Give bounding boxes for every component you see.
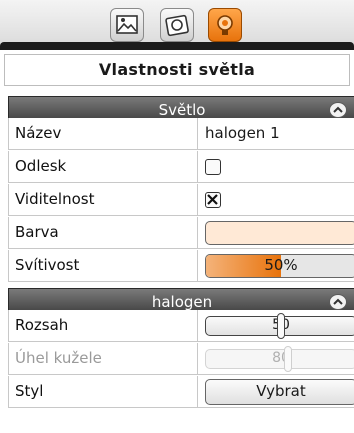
tab-material[interactable] bbox=[160, 8, 194, 42]
column-divider bbox=[197, 217, 198, 248]
row-name: Název halogen 1 bbox=[8, 118, 354, 150]
row-label: Odlesk bbox=[15, 157, 67, 175]
cone-angle-value: 80 bbox=[272, 350, 290, 366]
select-style-button[interactable]: Vybrat bbox=[205, 379, 354, 405]
check-x-icon bbox=[207, 194, 218, 205]
column-divider bbox=[197, 250, 198, 281]
row-label: Styl bbox=[15, 382, 44, 400]
tab-image[interactable] bbox=[110, 8, 144, 42]
chevron-up-icon[interactable] bbox=[329, 102, 347, 118]
chevron-up-icon[interactable] bbox=[329, 294, 347, 310]
cone-angle-slider: 80 bbox=[205, 346, 354, 372]
column-divider bbox=[197, 151, 198, 182]
row-color: Barva bbox=[8, 217, 354, 249]
row-intensity: Svítivost 50% bbox=[8, 250, 354, 282]
panel-title: Vlastnosti světla bbox=[4, 54, 350, 86]
row-style: Styl Vybrat bbox=[8, 376, 354, 408]
light-icon bbox=[217, 15, 233, 35]
row-specular: Odlesk bbox=[8, 151, 354, 183]
visibility-checkbox[interactable] bbox=[205, 192, 221, 208]
row-range: Rozsah 50 bbox=[8, 310, 354, 342]
section-title: Světlo bbox=[158, 101, 206, 119]
tab-strip-bar bbox=[0, 42, 354, 50]
column-divider bbox=[197, 184, 198, 215]
column-divider bbox=[197, 376, 198, 407]
intensity-value: 50% bbox=[264, 256, 298, 274]
range-slider[interactable]: 50 bbox=[205, 313, 354, 339]
column-divider bbox=[197, 310, 198, 341]
color-swatch[interactable] bbox=[205, 221, 354, 245]
material-icon bbox=[165, 14, 189, 37]
row-label: Viditelnost bbox=[15, 190, 95, 208]
cone-angle-slider-thumb bbox=[283, 346, 292, 372]
row-label: Barva bbox=[15, 223, 59, 241]
column-divider bbox=[197, 118, 198, 149]
row-label: Rozsah bbox=[15, 316, 69, 334]
intensity-slider[interactable]: 50% bbox=[205, 254, 354, 278]
row-label: Úhel kužele bbox=[15, 349, 102, 367]
tab-light[interactable] bbox=[208, 8, 242, 42]
row-visibility: Viditelnost bbox=[8, 184, 354, 216]
row-label: Svítivost bbox=[15, 256, 80, 274]
name-value[interactable]: halogen 1 bbox=[205, 118, 280, 149]
row-cone-angle: Úhel kužele 80 bbox=[8, 343, 354, 375]
specular-checkbox[interactable] bbox=[205, 159, 221, 175]
image-icon bbox=[116, 15, 138, 34]
column-divider bbox=[197, 343, 198, 374]
section-title: halogen bbox=[151, 293, 213, 311]
range-slider-thumb[interactable] bbox=[276, 313, 285, 339]
tab-strip bbox=[0, 0, 354, 50]
row-label: Název bbox=[15, 124, 62, 142]
